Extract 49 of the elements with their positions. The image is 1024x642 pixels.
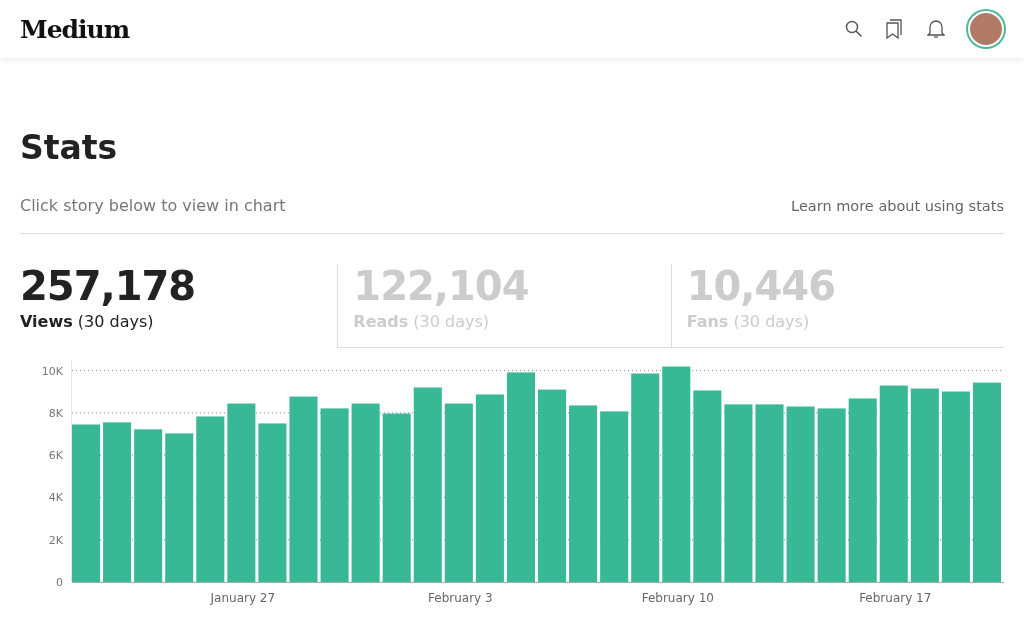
bar[interactable]: [910, 388, 939, 582]
bar[interactable]: [506, 372, 535, 582]
bar[interactable]: [941, 391, 970, 582]
y-axis-label: 0: [56, 576, 63, 589]
bar[interactable]: [786, 406, 815, 582]
logo[interactable]: Medium: [20, 14, 130, 44]
y-axis-label: 6K: [48, 449, 63, 463]
x-axis-label: February 10: [641, 591, 714, 605]
help-link[interactable]: Learn more about using stats: [791, 198, 1004, 214]
bar[interactable]: [289, 396, 318, 582]
bar[interactable]: [320, 408, 349, 582]
search-icon[interactable]: [845, 20, 863, 38]
x-axis-label: February 17: [859, 591, 932, 605]
bar[interactable]: [631, 373, 660, 582]
bar[interactable]: [258, 423, 287, 582]
bar[interactable]: [444, 403, 473, 582]
bookmarks-icon[interactable]: [886, 19, 904, 39]
metric-tab[interactable]: 257,178 Views (30 days): [20, 264, 338, 348]
bar[interactable]: [382, 413, 411, 582]
bar[interactable]: [475, 394, 504, 582]
bar[interactable]: [227, 403, 256, 582]
bar[interactable]: [413, 387, 442, 582]
bar[interactable]: [662, 366, 691, 582]
bar[interactable]: [600, 411, 629, 582]
chart-hint: Click story below to view in chart: [20, 196, 286, 215]
bar[interactable]: [569, 405, 598, 582]
x-axis-label: February 3: [428, 591, 493, 605]
bar[interactable]: [693, 390, 722, 582]
bar[interactable]: [817, 408, 846, 582]
y-axis-label: 10K: [41, 364, 63, 378]
bar[interactable]: [879, 385, 908, 582]
y-axis-label: 4K: [48, 491, 63, 505]
bar[interactable]: [538, 389, 567, 582]
bar[interactable]: [848, 398, 877, 582]
page-title: Stats: [20, 128, 119, 168]
bar[interactable]: [755, 404, 784, 582]
bar[interactable]: [134, 429, 163, 582]
bar[interactable]: [165, 433, 194, 582]
y-axis-label: 8K: [48, 406, 63, 420]
bar[interactable]: [351, 403, 380, 582]
bar[interactable]: [196, 416, 225, 582]
bell-icon[interactable]: [927, 19, 945, 39]
bar[interactable]: [72, 424, 101, 582]
avatar[interactable]: [968, 11, 1004, 47]
bar[interactable]: [972, 382, 1001, 582]
x-axis-label: January 27: [210, 591, 276, 605]
y-axis-label: 2K: [48, 533, 63, 547]
bar[interactable]: [724, 404, 753, 582]
bar[interactable]: [103, 422, 132, 582]
